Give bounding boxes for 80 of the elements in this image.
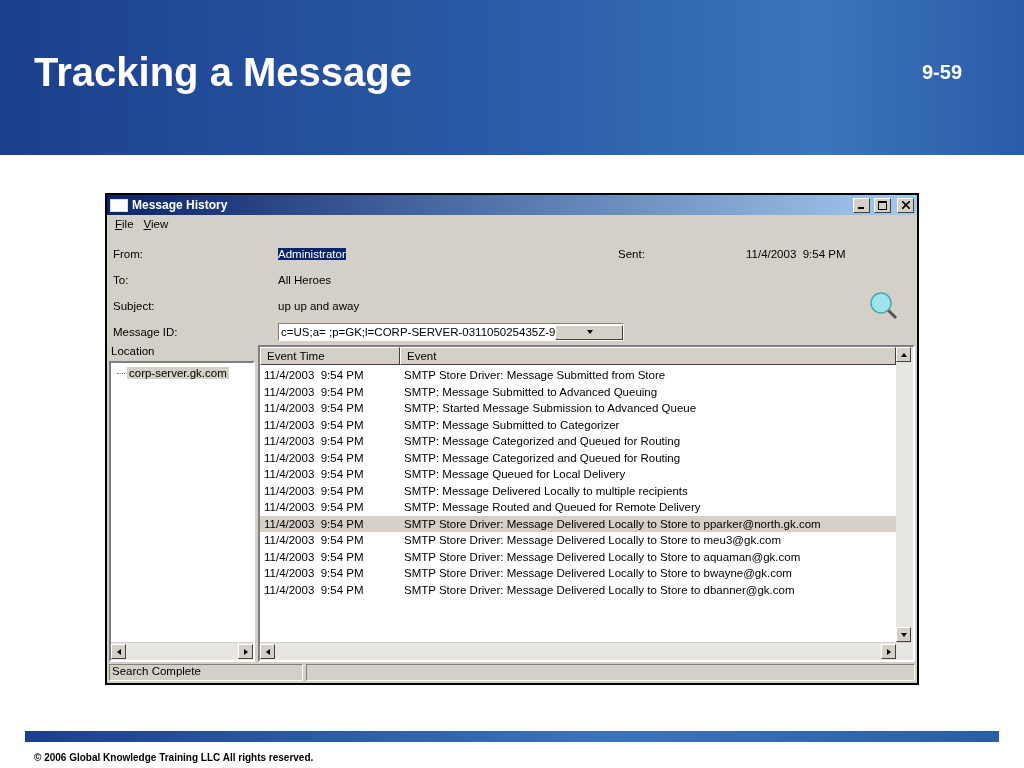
field-value: up up and away xyxy=(278,300,360,312)
event-text: SMTP: Started Message Submission to Advanced Queue xyxy=(403,402,697,415)
copyright-text: © 2006 Global Knowledge Training LLC All rights reserved. xyxy=(33,751,315,763)
close-icon xyxy=(901,201,910,209)
maximize-icon xyxy=(878,200,887,210)
field-value: 11/4/2003 9:54 PM xyxy=(746,248,847,260)
event-text: SMTP Store Driver: Message Delivered Locally to Store to dbanner@gk.com xyxy=(403,583,795,596)
field-value: All Heroes xyxy=(278,274,332,286)
scroll-right-button[interactable] xyxy=(238,644,253,659)
scroll-down-button[interactable] xyxy=(555,324,623,340)
scroll-right-button[interactable] xyxy=(881,644,896,659)
event-time: 11/4/2003 9:54 PM xyxy=(263,385,365,398)
field-value: Administrator xyxy=(278,248,346,260)
field-label: Sent: xyxy=(618,248,646,260)
event-time: 11/4/2003 9:54 PM xyxy=(263,484,365,497)
event-text: SMTP: Message Submitted to Categorizer xyxy=(403,418,620,431)
message-id-dropdown[interactable]: c=US;a= ;p=GK;l=CORP-SERVER-031105025435Z-9 xyxy=(278,323,624,341)
event-time: 11/4/2003 9:54 PM xyxy=(263,369,365,382)
scroll-left-button[interactable] xyxy=(260,644,275,659)
column-header[interactable]: Event xyxy=(400,347,896,365)
event-time: 11/4/2003 9:54 PM xyxy=(263,517,365,530)
event-text: SMTP Store Driver: Message Delivered Locally to Store to pparker@north.gk.com xyxy=(403,517,821,530)
event-time: 11/4/2003 9:54 PM xyxy=(263,534,365,547)
event-text: SMTP: Message Queued for Local Delivery xyxy=(403,468,626,481)
event-row[interactable]: 11/4/2003 9:54 PM SMTP Store Driver: Message Delivered Locally to Store to meu3@gk.com xyxy=(260,532,896,549)
event-time: 11/4/2003 9:54 PM xyxy=(263,468,365,481)
event-row[interactable]: 11/4/2003 9:54 PM SMTP Store Driver: Message Submitted from Store xyxy=(260,367,896,384)
event-text: SMTP Store Driver: Message Delivered Locally to Store to meu3@gk.com xyxy=(403,534,782,547)
event-row[interactable]: 11/4/2003 9:54 PM SMTP Store Driver: Message Delivered Locally to Store to aquaman@gk.com xyxy=(260,548,896,565)
event-row[interactable]: 11/4/2003 9:54 PM SMTP: Message Queued for Local Delivery xyxy=(260,466,896,483)
event-text: SMTP Store Driver: Message Submitted from Store xyxy=(403,369,666,382)
slide-title: Tracking a Message xyxy=(34,50,412,95)
event-text: SMTP: Message Routed and Queued for Remote Delivery xyxy=(403,501,701,514)
close-button[interactable] xyxy=(897,197,914,213)
event-time: 11/4/2003 9:54 PM xyxy=(263,550,365,563)
event-text: SMTP Store Driver: Message Delivered Locally to Store to aquaman@gk.com xyxy=(403,550,801,563)
horizontal-scrollbar[interactable] xyxy=(260,642,913,660)
event-text: SMTP: Message Delivered Locally to multiple recipients xyxy=(403,484,688,497)
scroll-down-button[interactable] xyxy=(896,627,911,642)
vertical-scrollbar[interactable] xyxy=(896,347,913,642)
location-header: Location xyxy=(110,345,156,359)
maximize-button[interactable] xyxy=(874,197,891,213)
event-time: 11/4/2003 9:54 PM xyxy=(263,418,365,431)
event-time: 11/4/2003 9:54 PM xyxy=(263,402,365,415)
window-icon xyxy=(110,198,128,212)
menu-item[interactable]: View xyxy=(143,218,169,234)
field-label: To: xyxy=(113,274,130,286)
event-row[interactable]: 11/4/2003 9:54 PM SMTP Store Driver: Message Delivered Locally to Store to pparker@north.gk.com xyxy=(260,515,896,532)
horizontal-scrollbar[interactable] xyxy=(111,642,253,660)
field-label: From: xyxy=(113,248,145,260)
event-text: SMTP Store Driver: Message Delivered Locally to Store to bwayne@gk.com xyxy=(403,567,792,580)
event-row[interactable]: 11/4/2003 9:54 PM SMTP: Message Routed and Queued for Remote Delivery xyxy=(260,499,896,516)
event-text: SMTP: Message Categorized and Queued for Routing xyxy=(403,451,681,464)
menu-item[interactable]: File xyxy=(115,218,134,234)
event-row[interactable]: 11/4/2003 9:54 PM SMTP: Message Submitted to Categorizer xyxy=(260,416,896,433)
column-header[interactable]: Event Time xyxy=(260,347,400,365)
event-time: 11/4/2003 9:54 PM xyxy=(263,583,365,596)
event-time: 11/4/2003 9:54 PM xyxy=(263,435,365,448)
event-time: 11/4/2003 9:54 PM xyxy=(263,567,365,580)
event-row[interactable]: 11/4/2003 9:54 PM SMTP: Message Categorized and Queued for Routing xyxy=(260,433,896,450)
event-time: 11/4/2003 9:54 PM xyxy=(263,501,365,514)
event-row[interactable]: 11/4/2003 9:54 PM SMTP Store Driver: Message Delivered Locally to Store to dbanner@gk.com xyxy=(260,581,896,598)
field-label: Message ID: xyxy=(113,326,179,338)
event-text: SMTP: Message Categorized and Queued for Routing xyxy=(403,435,681,448)
event-row[interactable]: 11/4/2003 9:54 PM SMTP Store Driver: Message Delivered Locally to Store to bwayne@gk.com xyxy=(260,565,896,582)
event-row[interactable]: 11/4/2003 9:54 PM SMTP: Message Categorized and Queued for Routing xyxy=(260,449,896,466)
event-row[interactable]: 11/4/2003 9:54 PM SMTP: Message Delivered Locally to multiple recipients xyxy=(260,482,896,499)
page-number: 9-59 xyxy=(921,61,962,84)
event-text: SMTP: Message Submitted to Advanced Queuing xyxy=(403,385,658,398)
field-label: Subject: xyxy=(113,300,156,312)
magnifier-icon xyxy=(868,291,899,321)
event-row[interactable]: 11/4/2003 9:54 PM SMTP: Started Message Submission to Advanced Queue xyxy=(260,400,896,417)
minimize-button[interactable] xyxy=(853,197,870,213)
event-time: 11/4/2003 9:54 PM xyxy=(263,451,365,464)
status-text: Search Complete xyxy=(109,664,303,681)
scroll-left-button[interactable] xyxy=(111,644,126,659)
tree-item[interactable]: corp-server.gk.com xyxy=(127,367,229,379)
event-row[interactable]: 11/4/2003 9:54 PM SMTP: Message Submitted to Advanced Queuing xyxy=(260,383,896,400)
scroll-up-button[interactable] xyxy=(896,347,911,362)
window-title: Message History xyxy=(132,198,229,212)
